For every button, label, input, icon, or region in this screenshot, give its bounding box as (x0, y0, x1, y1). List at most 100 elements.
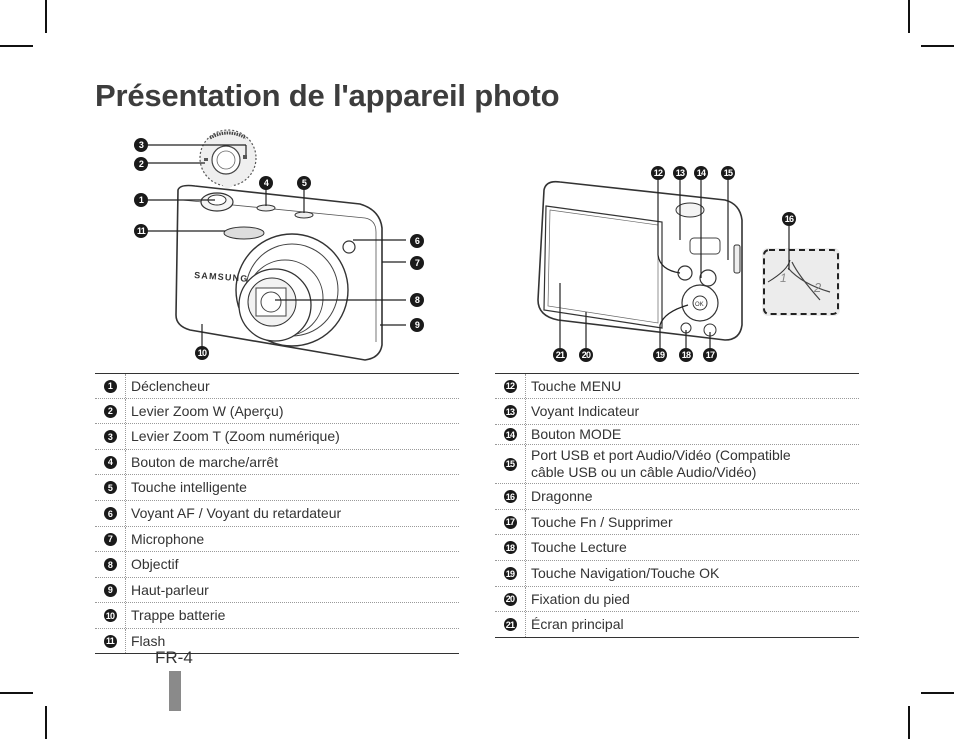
number-badge: 19 (503, 567, 517, 580)
legend-label: Touche Fn / Supprimer (531, 513, 673, 530)
legend-row: 18 Touche Lecture (495, 535, 859, 561)
legend-row: 10 Trappe batterie (95, 603, 459, 629)
number-badge: 2 (103, 404, 117, 418)
legend-row: 9 Haut-parleur (95, 578, 459, 603)
number-badge: 21 (503, 618, 517, 631)
number-badge: 13 (503, 405, 517, 418)
number-badge: 15 (503, 457, 517, 471)
legend-label-line2: câble USB ou un câble Audio/Vidéo) (531, 464, 757, 480)
callout-16: 16 (782, 212, 796, 226)
legend-label: Levier Zoom W (Aperçu) (131, 402, 284, 419)
back-camera-figure: OK 1 2 12 13 14 15 16 21 20 19 18 17 (530, 160, 850, 370)
legend-label-line1: Port USB et port Audio/Vidéo (Compatible (531, 447, 791, 463)
callout-14: 14 (694, 166, 708, 180)
legend-row: 16 Dragonne (495, 484, 859, 510)
callout-20: 20 (579, 348, 593, 362)
legend-label: Objectif (131, 556, 179, 572)
callout-12: 12 (651, 166, 665, 180)
legend-label: Haut-parleur (131, 581, 209, 598)
legend-back: 12 Touche MENU 13 Voyant Indicateur 14 Bout… (495, 373, 859, 638)
page-tab-marker (169, 671, 181, 711)
legend-label: Touche Lecture (531, 539, 627, 555)
number-badge: 11 (103, 634, 117, 648)
number-badge: 20 (503, 592, 517, 606)
callout-17: 17 (703, 348, 717, 362)
callout-2: 2 (134, 157, 148, 171)
callout-13: 13 (673, 166, 687, 180)
crop-mark (921, 45, 954, 47)
legend-row: 14 Bouton MODE (495, 425, 859, 445)
legend-row: 15 Port USB et port Audio/Vidéo (Compatib… (495, 445, 859, 484)
legend-label: Voyant Indicateur (531, 403, 640, 419)
legend-row: 7 Microphone (95, 527, 459, 552)
legend-label: Bouton MODE (531, 426, 622, 442)
number-badge: 14 (503, 428, 517, 441)
number-badge: 18 (503, 541, 517, 554)
page-title: Présentation de l'appareil photo (95, 78, 560, 113)
callout-11: 11 (134, 224, 148, 238)
legend-row: 21 Écran principal (495, 612, 859, 637)
number-badge: 17 (503, 515, 517, 529)
legend-label: Touche intelligente (131, 479, 247, 495)
legend-label: Port USB et port Audio/Vidéo (Compatible… (526, 447, 791, 481)
callout-18: 18 (679, 348, 693, 362)
legend-row: 4 Bouton de marche/arrêt (95, 450, 459, 475)
front-camera-figure: SAMSUNG 3 2 1 4 5 11 6 7 8 9 10 (120, 120, 440, 370)
number-badge: 12 (503, 379, 517, 393)
legend-label: Fixation du pied (531, 590, 630, 607)
callout-10: 10 (195, 346, 209, 360)
legend-row: 2 Levier Zoom W (Aperçu) (95, 399, 459, 424)
strap-step-1: 1 (780, 271, 787, 285)
callout-21: 21 (553, 348, 567, 362)
legend-label: Trappe batterie (131, 607, 226, 623)
callout-3: 3 (134, 138, 148, 152)
callout-15: 15 (721, 166, 735, 180)
callout-9: 9 (410, 318, 424, 332)
number-badge: 4 (103, 455, 117, 469)
legend-row: 17 Touche Fn / Supprimer (495, 510, 859, 535)
legend-row: 19 Touche Navigation/Touche OK (495, 561, 859, 587)
number-badge: 8 (103, 558, 117, 571)
number-badge: 3 (103, 430, 117, 443)
crop-mark (45, 706, 47, 739)
legend-row: 5 Touche intelligente (95, 475, 459, 501)
legend-row: 8 Objectif (95, 552, 459, 578)
legend-label: Déclencheur (131, 377, 210, 394)
legend-label: Bouton de marche/arrêt (131, 453, 279, 470)
legend-label: Microphone (131, 530, 205, 547)
number-badge: 9 (103, 583, 117, 597)
callout-8: 8 (410, 293, 424, 307)
crop-mark (0, 45, 33, 47)
legend-label: Dragonne (531, 488, 593, 504)
number-badge: 7 (103, 532, 117, 546)
legend-label: Touche Navigation/Touche OK (531, 565, 720, 581)
legend-row: 13 Voyant Indicateur (495, 399, 859, 425)
legend-label: Flash (131, 632, 166, 649)
number-badge: 6 (103, 507, 117, 520)
callout-4: 4 (259, 176, 273, 190)
crop-mark (0, 692, 33, 694)
number-badge: 1 (103, 379, 117, 393)
callout-6: 6 (410, 234, 424, 248)
front-camera-illustration: SAMSUNG (147, 129, 406, 361)
legend-row: 6 Voyant AF / Voyant du retardateur (95, 501, 459, 527)
legend-row: 12 Touche MENU (495, 374, 859, 399)
legend-row: 3 Levier Zoom T (Zoom numérique) (95, 424, 459, 450)
legend-front: 1 Déclencheur 2 Levier Zoom W (Aperçu) 3 Le… (95, 373, 459, 654)
legend-row: 11 Flash (95, 629, 459, 653)
crop-mark (45, 0, 47, 33)
legend-label: Levier Zoom T (Zoom numérique) (131, 428, 340, 444)
back-camera-illustration: OK 1 2 (537, 180, 840, 348)
number-badge: 16 (503, 490, 517, 503)
callout-1: 1 (134, 193, 148, 207)
legend-row: 20 Fixation du pied (495, 587, 859, 612)
number-badge: 5 (103, 481, 117, 494)
crop-mark (908, 0, 910, 33)
crop-mark (921, 692, 954, 694)
page-number: FR-4 (155, 648, 193, 667)
callout-7: 7 (410, 256, 424, 270)
strap-step-2: 2 (813, 280, 822, 295)
callout-5: 5 (297, 176, 311, 190)
legend-label: Écran principal (531, 616, 624, 632)
legend-label: Voyant AF / Voyant du retardateur (131, 505, 342, 521)
